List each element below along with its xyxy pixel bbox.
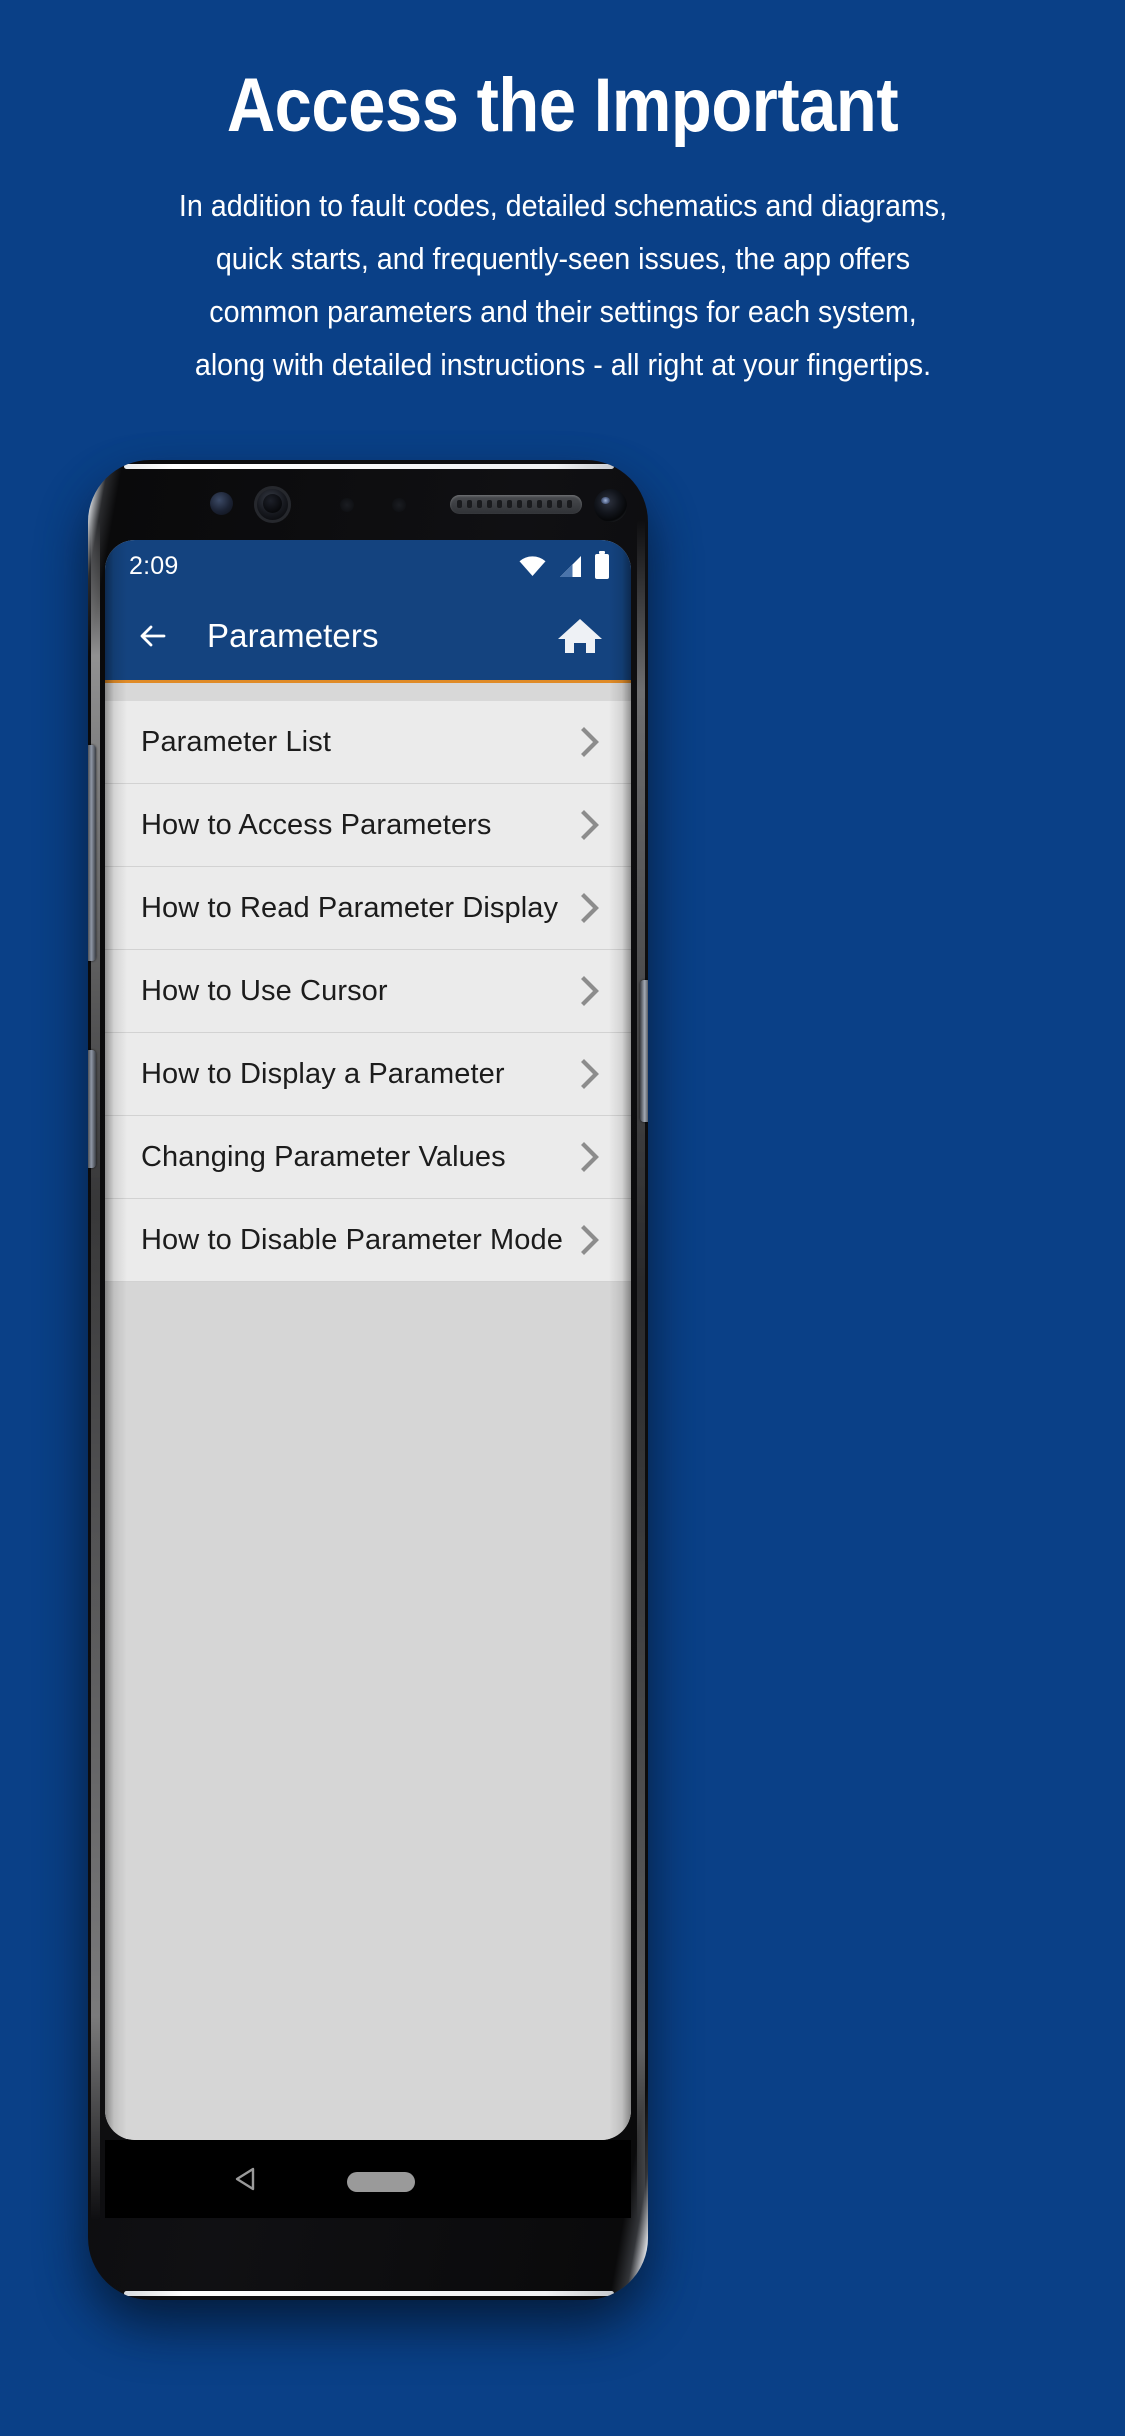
list-item[interactable]: How to Display a Parameter xyxy=(105,1033,631,1116)
wifi-icon xyxy=(519,556,546,576)
android-home-pill[interactable] xyxy=(347,2172,415,2192)
chevron-right-icon xyxy=(579,809,601,841)
list-top-spacer xyxy=(105,683,631,701)
chevron-right-icon xyxy=(579,1141,601,1173)
list-item-label: How to Use Cursor xyxy=(141,974,388,1007)
android-back-icon[interactable] xyxy=(233,2166,259,2192)
phone-mockup: 2:09 Parameters Parameter List How to Ac… xyxy=(88,460,648,2320)
promo-block: Access the Important In addition to faul… xyxy=(0,0,1125,392)
list-item[interactable]: How to Read Parameter Display xyxy=(105,867,631,950)
chevron-right-icon xyxy=(579,1224,601,1256)
phone-bottom-rim xyxy=(124,2291,614,2296)
iris-scanner-icon xyxy=(254,486,291,523)
ir-sensor-icon xyxy=(210,492,233,515)
app-bar: Parameters xyxy=(105,592,631,680)
phone-top-bezel xyxy=(88,469,648,537)
promo-line: common parameters and their settings for… xyxy=(208,294,917,329)
list-item[interactable]: How to Disable Parameter Mode xyxy=(105,1199,631,1282)
android-nav-bar xyxy=(105,2140,631,2218)
list-item-label: How to Disable Parameter Mode xyxy=(141,1223,563,1256)
app-bar-title: Parameters xyxy=(207,617,379,654)
list-item-label: Changing Parameter Values xyxy=(141,1140,506,1173)
promo-line: In addition to fault codes, detailed sch… xyxy=(178,188,947,223)
promo-line: along with detailed instructions - all r… xyxy=(194,347,931,382)
battery-icon xyxy=(595,550,609,579)
android-status-bar: 2:09 xyxy=(105,540,631,592)
chevron-right-icon xyxy=(579,1058,601,1090)
phone-screen: 2:09 Parameters Parameter List How to Ac… xyxy=(105,540,631,2140)
page-title: Access the Important xyxy=(226,63,899,148)
chevron-right-icon xyxy=(579,726,601,758)
list-item-label: How to Display a Parameter xyxy=(141,1057,505,1090)
power-button[interactable] xyxy=(640,980,648,1122)
status-icon-group xyxy=(519,550,609,579)
volume-button[interactable] xyxy=(88,745,96,961)
home-icon[interactable] xyxy=(557,614,603,658)
cellular-signal-icon xyxy=(559,555,582,577)
list-item[interactable]: How to Access Parameters xyxy=(105,784,631,867)
list-item-label: How to Access Parameters xyxy=(141,808,492,841)
list-item[interactable]: Parameter List xyxy=(105,701,631,784)
list-item-label: How to Read Parameter Display xyxy=(141,891,559,924)
list-item[interactable]: Changing Parameter Values xyxy=(105,1116,631,1199)
front-camera-icon xyxy=(594,489,627,522)
list-item-label: Parameter List xyxy=(141,725,331,758)
proximity-sensor-icon xyxy=(340,498,354,512)
list-item[interactable]: How to Use Cursor xyxy=(105,950,631,1033)
parameters-list: Parameter List How to Access Parameters … xyxy=(105,683,631,2140)
phone-right-edge-gloss xyxy=(637,520,645,2220)
bixby-button[interactable] xyxy=(88,1050,96,1168)
earpiece-speaker-icon xyxy=(450,495,582,514)
phone-body: 2:09 Parameters Parameter List How to Ac… xyxy=(88,460,648,2300)
chevron-right-icon xyxy=(579,892,601,924)
proximity-sensor-icon xyxy=(392,498,406,512)
promo-line: quick starts, and frequently-seen issues… xyxy=(215,241,910,276)
status-clock: 2:09 xyxy=(129,551,179,580)
promo-description: In addition to fault codes, detailed sch… xyxy=(93,180,1033,392)
arrow-left-icon[interactable] xyxy=(131,614,175,658)
chevron-right-icon xyxy=(579,975,601,1007)
